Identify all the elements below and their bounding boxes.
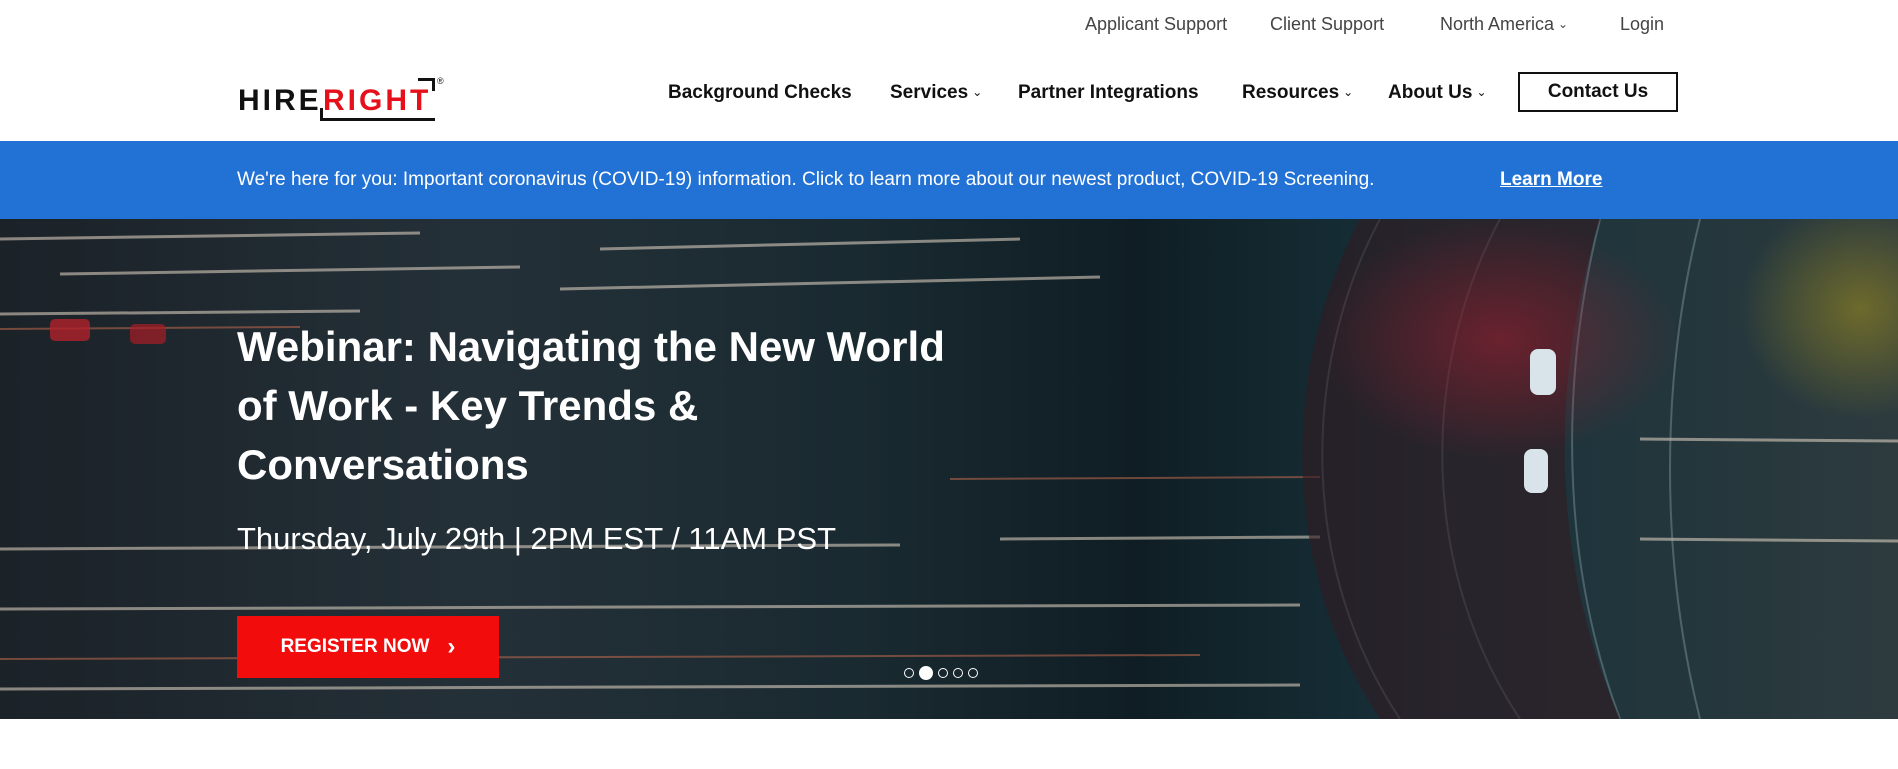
chevron-down-icon: ⌄ bbox=[1558, 17, 1569, 31]
contact-us-button[interactable]: Contact Us bbox=[1518, 72, 1678, 112]
nav-partner-integrations[interactable]: Partner Integrations bbox=[1018, 82, 1199, 104]
carousel-dot-2[interactable] bbox=[919, 666, 933, 680]
utility-nav: Applicant Support Client Support North A… bbox=[0, 0, 1898, 50]
learn-more-link[interactable]: Learn More bbox=[1500, 169, 1602, 191]
chevron-down-icon: ⌄ bbox=[972, 85, 983, 99]
banner-message: We're here for you: Important coronaviru… bbox=[237, 169, 1375, 190]
carousel-dot-4[interactable] bbox=[953, 668, 963, 678]
carousel-dot-5[interactable] bbox=[968, 668, 978, 678]
nav-resources[interactable]: Resources ⌄ bbox=[1242, 82, 1353, 104]
carousel-pagination bbox=[904, 665, 978, 681]
covid-banner[interactable]: We're here for you: Important coronaviru… bbox=[0, 141, 1898, 219]
carousel-dot-1[interactable] bbox=[904, 668, 914, 678]
hero-title: Webinar: Navigating the New World of Wor… bbox=[237, 323, 945, 488]
logo-registered-mark: ® bbox=[437, 76, 444, 86]
chevron-down-icon: ⌄ bbox=[1343, 85, 1354, 99]
hero-carousel: Webinar: Navigating the New World of Wor… bbox=[0, 219, 1898, 719]
login-link[interactable]: Login bbox=[1620, 14, 1664, 35]
main-header: HIRE RIGHT ® Background Checks Services ⌄… bbox=[0, 50, 1898, 141]
region-label: North America bbox=[1440, 14, 1555, 34]
carousel-dot-3[interactable] bbox=[938, 668, 948, 678]
nav-about-us[interactable]: About Us ⌄ bbox=[1388, 82, 1487, 104]
chevron-down-icon: ⌄ bbox=[1476, 85, 1487, 99]
nav-resources-label: Resources bbox=[1242, 82, 1340, 103]
region-selector[interactable]: North America ⌄ bbox=[1440, 14, 1568, 35]
nav-services-label: Services bbox=[890, 82, 969, 103]
applicant-support-link[interactable]: Applicant Support bbox=[1085, 14, 1227, 35]
register-now-label: REGISTER NOW bbox=[280, 636, 430, 657]
nav-about-us-label: About Us bbox=[1388, 82, 1473, 103]
logo-corner bbox=[418, 78, 435, 91]
hero-subtitle: Thursday, July 29th | 2PM EST / 11AM PST bbox=[237, 521, 837, 556]
hireright-logo[interactable]: HIRE RIGHT ® bbox=[238, 76, 448, 121]
logo-bracket bbox=[320, 108, 435, 121]
client-support-link[interactable]: Client Support bbox=[1270, 14, 1384, 35]
logo-text-hire: HIRE bbox=[238, 84, 322, 117]
register-now-button[interactable]: REGISTER NOW › bbox=[237, 616, 499, 678]
chevron-right-icon: › bbox=[447, 633, 456, 660]
nav-services[interactable]: Services ⌄ bbox=[890, 82, 982, 104]
nav-background-checks[interactable]: Background Checks bbox=[668, 82, 852, 104]
